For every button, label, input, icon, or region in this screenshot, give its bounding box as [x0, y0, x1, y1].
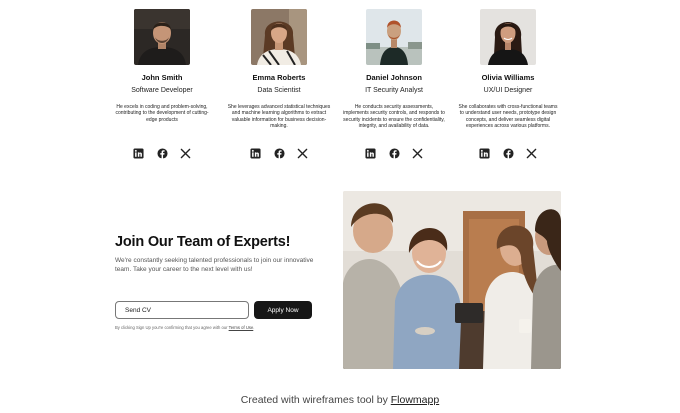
member-name: Emma Roberts	[252, 73, 306, 82]
member-bio: She collaborates with cross-functional t…	[458, 104, 558, 129]
x-icon[interactable]	[180, 148, 191, 159]
daniel-johnson-photo	[366, 9, 422, 65]
consent-prefix: By clicking Sign Up you're confirming th…	[115, 325, 229, 330]
member-role: IT Security Analyst	[365, 87, 423, 94]
member-bio: He excels in coding and problem-solving,…	[115, 104, 209, 123]
member-role: Software Developer	[131, 87, 193, 94]
team-meeting-photo	[343, 191, 561, 369]
consent-text: By clicking Sign Up you're confirming th…	[115, 325, 254, 330]
linkedin-icon[interactable]	[365, 148, 376, 159]
john-smith-socials	[102, 145, 222, 163]
member-name: Daniel Johnson	[366, 73, 422, 82]
consent-end: .	[253, 325, 255, 330]
terms-of-use-link[interactable]: Terms of Use	[229, 325, 254, 330]
facebook-icon[interactable]	[388, 148, 400, 159]
team-card-daniel-johnson: Daniel Johnson IT Security Analyst He co…	[334, 9, 454, 129]
flowmapp-link[interactable]: Flowmapp	[391, 394, 439, 406]
daniel-johnson-socials	[334, 145, 454, 163]
x-icon[interactable]	[526, 148, 537, 159]
apply-now-button[interactable]: Apply Now	[254, 301, 312, 319]
footer: Created with wireframes tool by Flowmapp	[0, 394, 680, 406]
x-icon[interactable]	[412, 148, 423, 159]
emma-roberts-photo	[251, 9, 307, 65]
member-bio: He conducts security assessments, implem…	[343, 104, 445, 129]
member-name: John Smith	[141, 73, 183, 82]
linkedin-icon[interactable]	[250, 148, 261, 159]
linkedin-icon[interactable]	[479, 148, 490, 159]
olivia-williams-socials	[448, 145, 568, 163]
member-bio: She leverages advanced statistical techn…	[227, 104, 331, 129]
linkedin-icon[interactable]	[133, 148, 144, 159]
x-icon[interactable]	[297, 148, 308, 159]
member-role: UX/UI Designer	[483, 87, 533, 94]
team-card-olivia-williams: Olivia Williams UX/UI Designer She colla…	[448, 9, 568, 129]
emma-roberts-socials	[219, 145, 339, 163]
olivia-williams-photo	[480, 9, 536, 65]
cta-description: We're constantly seeking talented profes…	[115, 257, 314, 273]
facebook-icon[interactable]	[156, 148, 168, 159]
cta-title: Join Our Team of Experts!	[115, 234, 291, 250]
team-section: John Smith Software Developer He excels …	[0, 0, 680, 170]
john-smith-photo	[134, 9, 190, 65]
team-card-john-smith: John Smith Software Developer He excels …	[102, 9, 222, 123]
team-card-emma-roberts: Emma Roberts Data Scientist She leverage…	[219, 9, 339, 129]
member-name: Olivia Williams	[481, 73, 535, 82]
facebook-icon[interactable]	[502, 148, 514, 159]
send-cv-input[interactable]	[115, 301, 249, 319]
facebook-icon[interactable]	[273, 148, 285, 159]
footer-text: Created with wireframes tool by	[240, 394, 391, 406]
member-role: Data Scientist	[257, 87, 301, 94]
